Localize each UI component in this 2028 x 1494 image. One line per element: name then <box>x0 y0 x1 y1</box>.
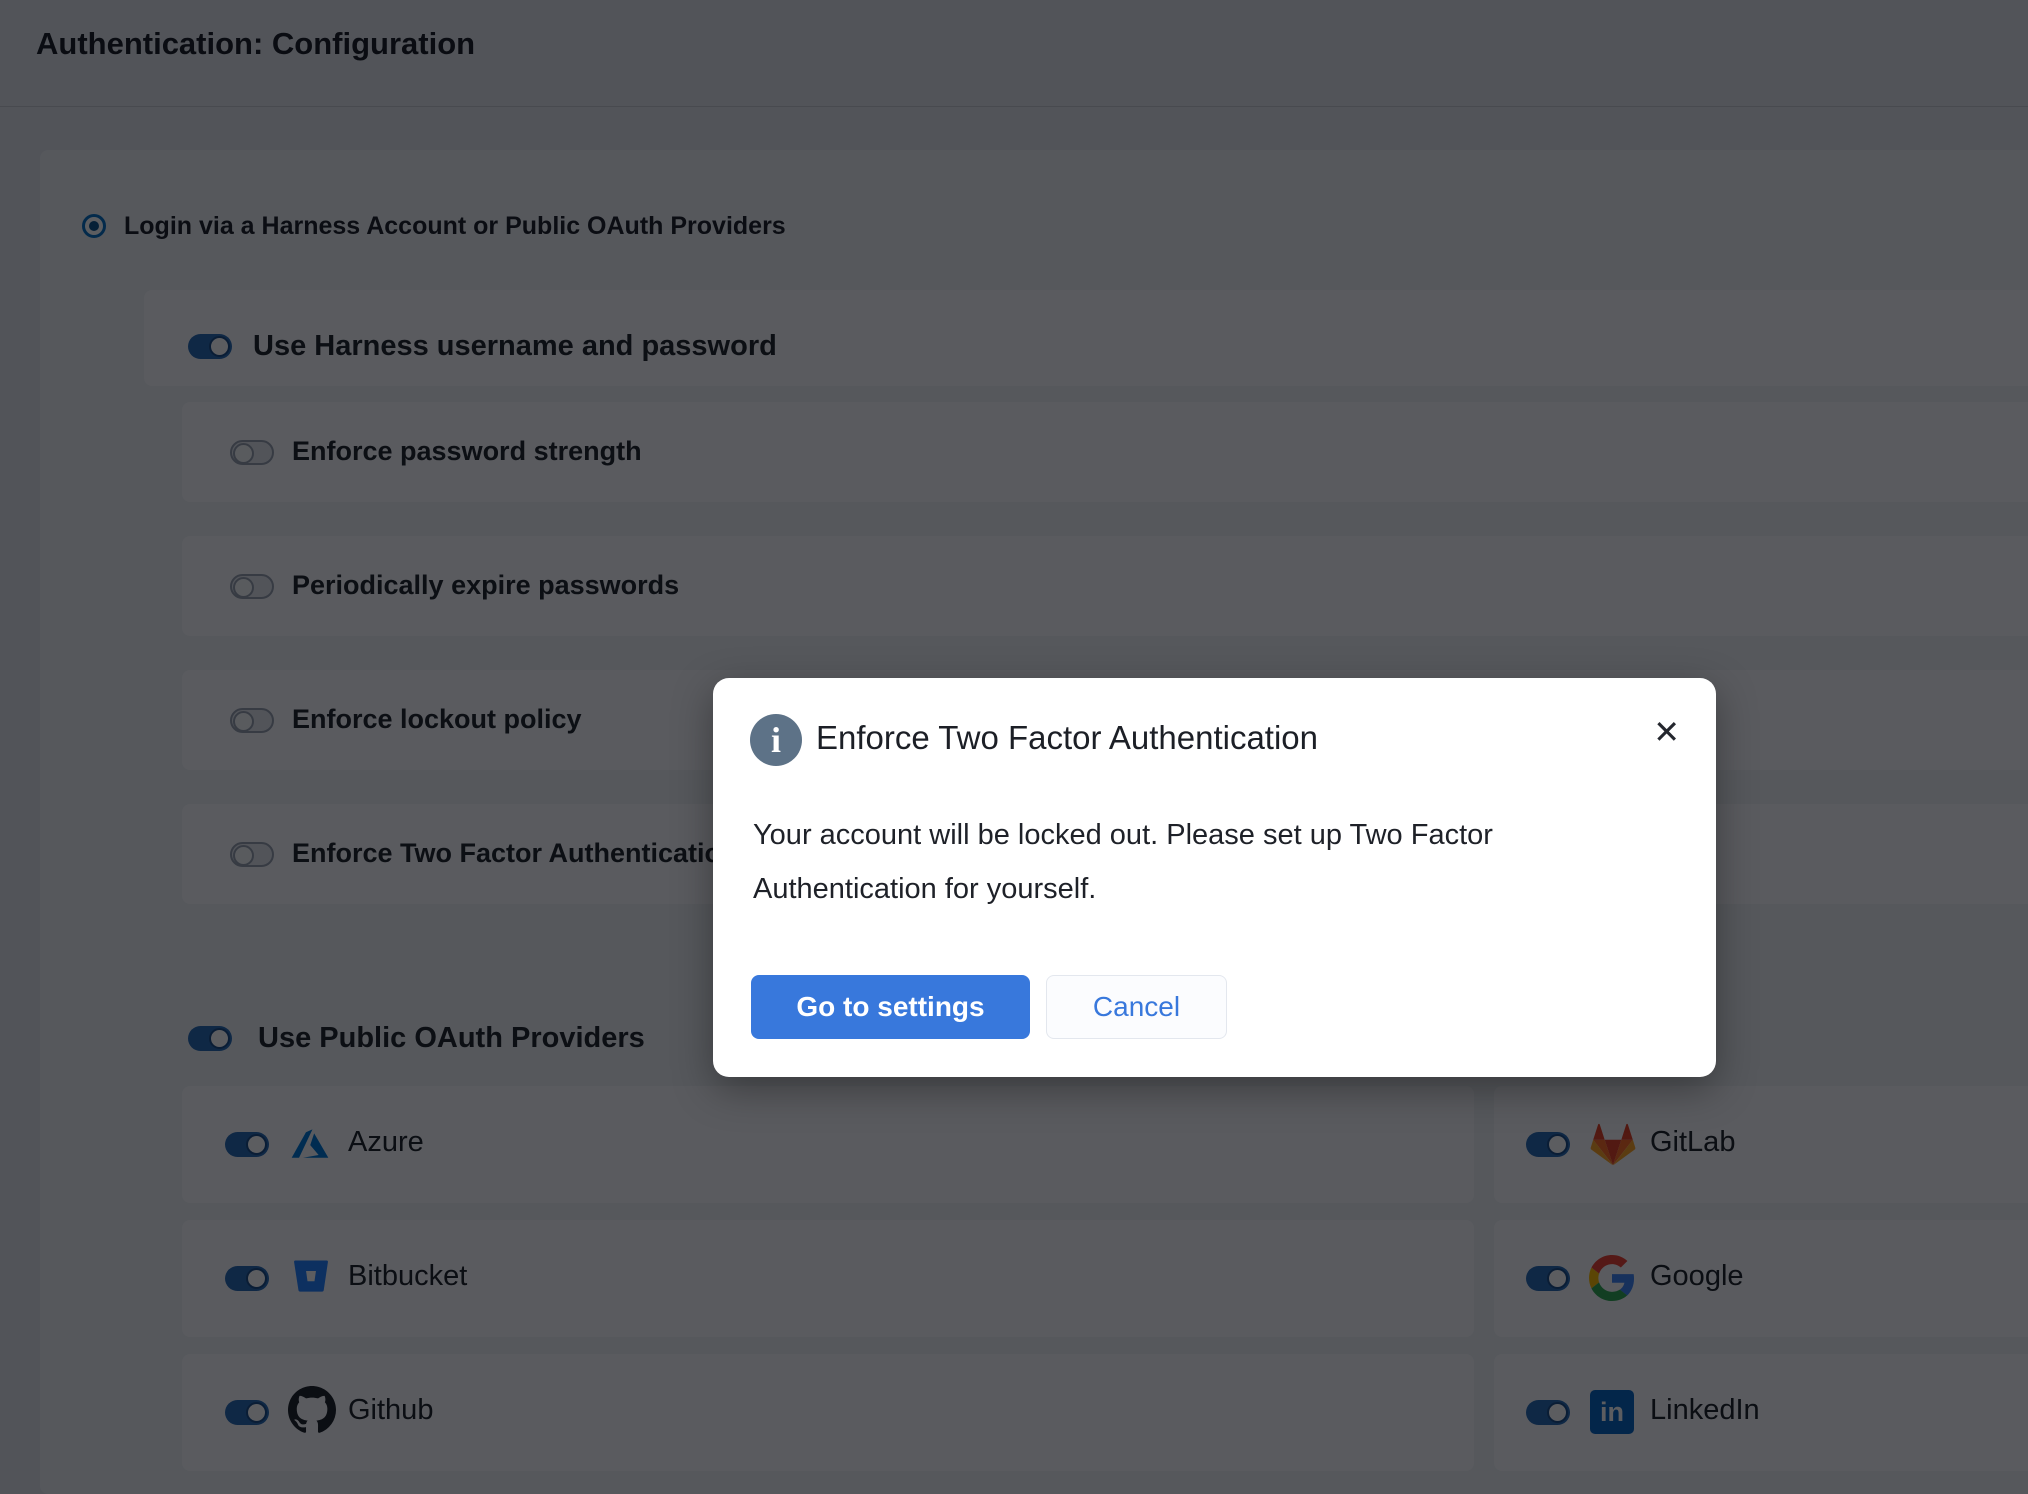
modal-body-line: Your account will be locked out. Please … <box>753 808 1493 862</box>
modal-body: Your account will be locked out. Please … <box>753 808 1493 916</box>
cancel-button[interactable]: Cancel <box>1046 975 1227 1039</box>
modal-title: Enforce Two Factor Authentication <box>816 719 1318 757</box>
go-to-settings-button[interactable]: Go to settings <box>751 975 1030 1039</box>
close-icon[interactable]: ✕ <box>1653 716 1680 748</box>
info-icon: i <box>750 714 802 766</box>
authentication-configuration-page: Authentication: Configuration Login via … <box>0 0 2028 1494</box>
modal-body-line: Authentication for yourself. <box>753 862 1493 916</box>
two-factor-modal: i Enforce Two Factor Authentication ✕ Yo… <box>713 678 1716 1077</box>
